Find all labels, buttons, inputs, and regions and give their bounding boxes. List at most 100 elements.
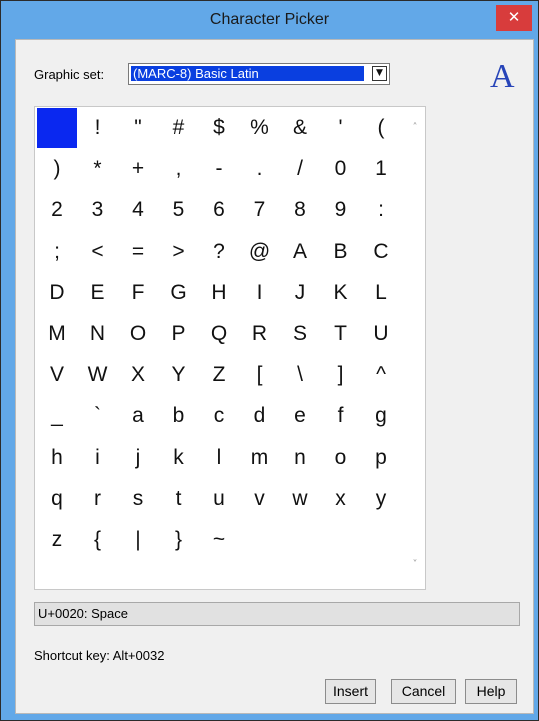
character-cell[interactable]: S	[280, 314, 320, 354]
character-cell[interactable]: F	[118, 273, 158, 313]
character-cell[interactable]: j	[118, 438, 158, 478]
character-cell[interactable]: o	[321, 438, 361, 478]
character-cell[interactable]: _	[37, 396, 77, 436]
character-cell[interactable]: ;	[37, 232, 77, 272]
graphic-set-dropdown[interactable]: (MARC-8) Basic Latin ▼	[128, 63, 390, 85]
close-button[interactable]: ✕	[496, 5, 532, 31]
character-cell[interactable]: 9	[321, 190, 361, 230]
character-cell[interactable]: ]	[321, 355, 361, 395]
character-cell[interactable]: <	[78, 232, 118, 272]
character-cell[interactable]: (	[361, 108, 401, 148]
character-cell[interactable]: R	[240, 314, 280, 354]
character-cell[interactable]: d	[240, 396, 280, 436]
character-cell[interactable]: b	[159, 396, 199, 436]
character-cell[interactable]: c	[199, 396, 239, 436]
character-cell[interactable]: Y	[159, 355, 199, 395]
character-cell[interactable]: J	[280, 273, 320, 313]
character-cell[interactable]: ?	[199, 232, 239, 272]
character-cell[interactable]: %	[240, 108, 280, 148]
character-cell[interactable]: E	[78, 273, 118, 313]
character-cell[interactable]: M	[37, 314, 77, 354]
character-cell[interactable]: @	[240, 232, 280, 272]
character-cell[interactable]: $	[199, 108, 239, 148]
chevron-down-icon[interactable]: ▼	[372, 66, 387, 81]
character-cell[interactable]: s	[118, 479, 158, 519]
character-cell[interactable]: X	[118, 355, 158, 395]
character-cell[interactable]: P	[159, 314, 199, 354]
character-cell[interactable]: k	[159, 438, 199, 478]
character-cell[interactable]: 8	[280, 190, 320, 230]
character-cell[interactable]: 6	[199, 190, 239, 230]
character-cell[interactable]: x	[321, 479, 361, 519]
character-cell[interactable]: W	[78, 355, 118, 395]
character-cell[interactable]	[37, 108, 77, 148]
character-cell[interactable]: Z	[199, 355, 239, 395]
character-cell[interactable]: *	[78, 149, 118, 189]
character-cell[interactable]: a	[118, 396, 158, 436]
character-cell[interactable]: "	[118, 108, 158, 148]
character-cell[interactable]: 4	[118, 190, 158, 230]
character-cell[interactable]: l	[199, 438, 239, 478]
character-cell[interactable]: 1	[361, 149, 401, 189]
character-cell[interactable]: i	[78, 438, 118, 478]
character-cell[interactable]: w	[280, 479, 320, 519]
character-cell[interactable]: K	[321, 273, 361, 313]
character-cell[interactable]: q	[37, 479, 77, 519]
character-cell[interactable]: D	[37, 273, 77, 313]
character-cell[interactable]: A	[280, 232, 320, 272]
scroll-up-icon[interactable]: ˄	[407, 120, 423, 136]
character-cell[interactable]: :	[361, 190, 401, 230]
character-cell[interactable]: )	[37, 149, 77, 189]
character-cell[interactable]: &	[280, 108, 320, 148]
character-cell[interactable]: -	[199, 149, 239, 189]
character-cell[interactable]: }	[159, 520, 199, 560]
character-cell[interactable]: +	[118, 149, 158, 189]
character-cell[interactable]: #	[159, 108, 199, 148]
character-cell[interactable]: 5	[159, 190, 199, 230]
character-cell[interactable]: ~	[199, 520, 239, 560]
character-cell[interactable]: t	[159, 479, 199, 519]
character-cell[interactable]: 3	[78, 190, 118, 230]
character-cell[interactable]: 0	[321, 149, 361, 189]
character-cell[interactable]: =	[118, 232, 158, 272]
help-button[interactable]: Help	[465, 679, 517, 704]
character-cell[interactable]: U	[361, 314, 401, 354]
character-cell[interactable]: G	[159, 273, 199, 313]
character-grid[interactable]: ! " # $% & '() * +, -./0 1 2 3 4 5 6 7 8 9:; < = >? @ A B C D E F G H…	[34, 106, 426, 590]
character-cell[interactable]: V	[37, 355, 77, 395]
character-cell[interactable]: B	[321, 232, 361, 272]
character-cell[interactable]: H	[199, 273, 239, 313]
character-cell[interactable]: g	[361, 396, 401, 436]
character-cell[interactable]: !	[78, 108, 118, 148]
title-bar[interactable]: Character Picker ✕	[1, 1, 538, 39]
character-cell[interactable]: u	[199, 479, 239, 519]
character-cell[interactable]: L	[361, 273, 401, 313]
character-cell[interactable]: y	[361, 479, 401, 519]
character-cell[interactable]: e	[280, 396, 320, 436]
character-cell[interactable]: '	[321, 108, 361, 148]
character-cell[interactable]: \	[280, 355, 320, 395]
character-cell[interactable]: I	[240, 273, 280, 313]
character-cell[interactable]: >	[159, 232, 199, 272]
character-cell[interactable]: C	[361, 232, 401, 272]
cancel-button[interactable]: Cancel	[391, 679, 456, 704]
character-cell[interactable]: T	[321, 314, 361, 354]
scroll-down-icon[interactable]: ˅	[407, 557, 423, 573]
character-cell[interactable]: v	[240, 479, 280, 519]
character-cell[interactable]: N	[78, 314, 118, 354]
character-cell[interactable]: /	[280, 149, 320, 189]
character-cell[interactable]: 7	[240, 190, 280, 230]
character-cell[interactable]: f	[321, 396, 361, 436]
character-cell[interactable]: n	[280, 438, 320, 478]
character-cell[interactable]: 2	[37, 190, 77, 230]
character-cell[interactable]: `	[78, 396, 118, 436]
character-cell[interactable]: Q	[199, 314, 239, 354]
character-cell[interactable]: r	[78, 479, 118, 519]
character-cell[interactable]: h	[37, 438, 77, 478]
character-cell[interactable]: ^	[361, 355, 401, 395]
character-cell[interactable]: [	[240, 355, 280, 395]
character-cell[interactable]: z	[37, 520, 77, 560]
insert-button[interactable]: Insert	[325, 679, 376, 704]
character-cell[interactable]: O	[118, 314, 158, 354]
character-cell[interactable]: ,	[159, 149, 199, 189]
